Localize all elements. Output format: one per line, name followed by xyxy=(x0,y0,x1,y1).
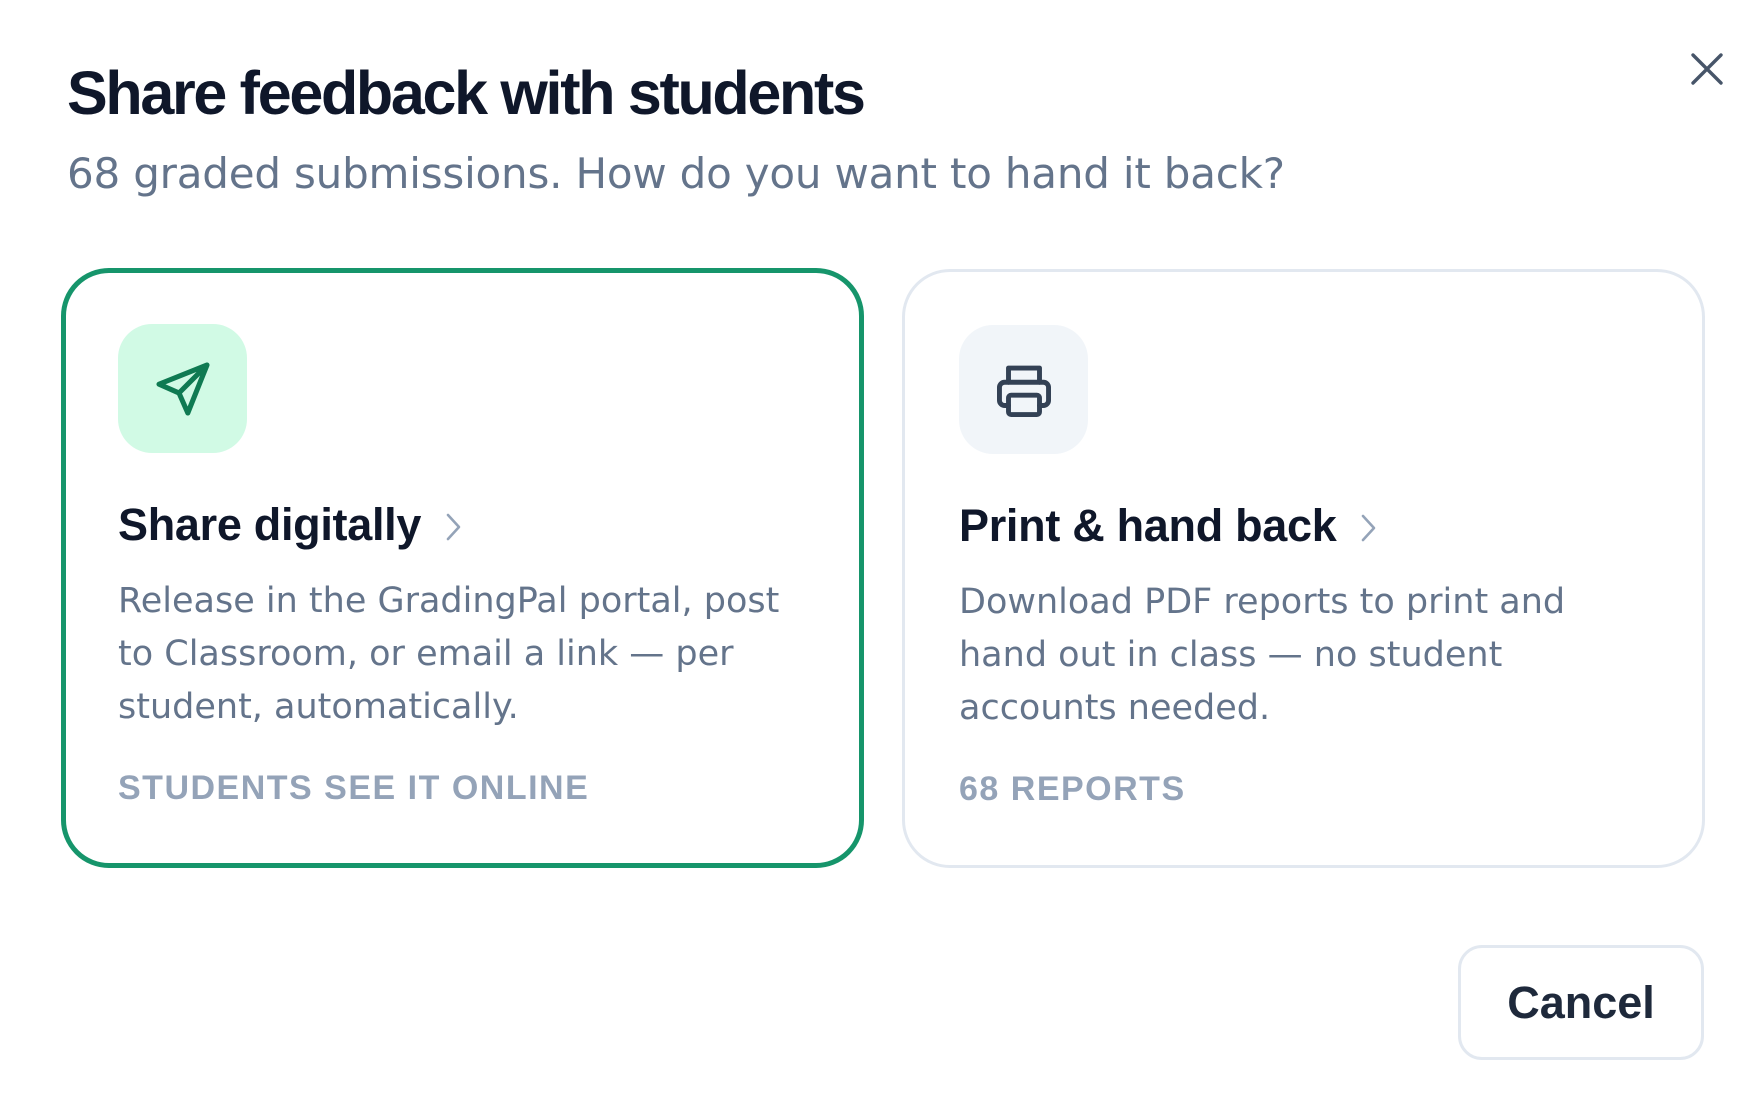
option-meta: STUDENTS SEE IT ONLINE xyxy=(118,769,590,807)
close-button[interactable] xyxy=(1685,47,1729,91)
option-title: Print & hand back xyxy=(959,500,1337,551)
print-icon-tile xyxy=(959,325,1088,454)
option-meta: 68 REPORTS xyxy=(959,770,1186,808)
share-digitally-title-row: Share digitally xyxy=(118,499,463,551)
chevron-right-icon xyxy=(445,512,463,542)
share-digitally-icon-tile xyxy=(118,324,247,453)
dialog-subtitle: 68 graded submissions. How do you want t… xyxy=(67,149,1285,198)
cancel-button[interactable]: Cancel xyxy=(1458,945,1704,1060)
close-icon xyxy=(1691,53,1723,85)
chevron-right-icon xyxy=(1360,513,1378,543)
dialog-title: Share feedback with students xyxy=(67,59,866,127)
share-feedback-dialog: Share feedback with students 68 graded s… xyxy=(0,0,1764,1102)
option-description: Download PDF reports to print and hand o… xyxy=(959,582,1566,728)
print-title-row: Print & hand back xyxy=(959,500,1378,552)
option-print-hand-back[interactable]: Print & hand back Download PDF reports t… xyxy=(902,269,1705,868)
printer-icon xyxy=(996,365,1051,417)
option-share-digitally[interactable]: Share digitally Release in the GradingPa… xyxy=(61,268,864,868)
send-icon xyxy=(155,361,210,416)
option-description: Release in the GradingPal portal, post t… xyxy=(118,581,780,727)
option-title: Share digitally xyxy=(118,499,422,550)
